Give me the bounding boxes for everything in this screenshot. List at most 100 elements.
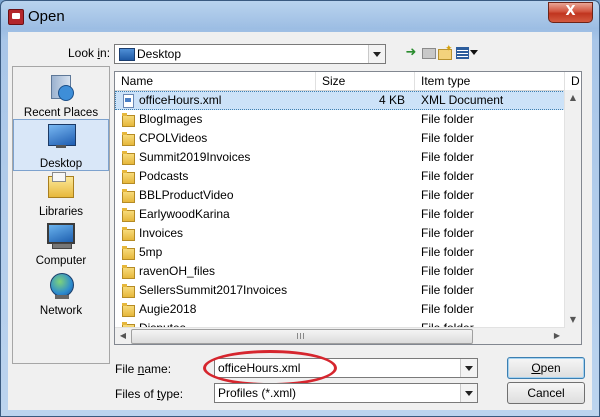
cell-type: File folder	[421, 207, 474, 221]
table-row[interactable]: BBLProductVideoFile folder1	[115, 186, 572, 205]
computer-icon	[46, 221, 76, 249]
cell-name: SellersSummit2017Invoices	[139, 283, 288, 297]
look-in-dropdown[interactable]: Desktop	[114, 44, 386, 64]
vertical-scrollbar[interactable]: ▲ ▼	[564, 90, 581, 328]
table-row[interactable]: EarlywoodKarinaFile folder1	[115, 205, 572, 224]
place-desktop[interactable]: Desktop	[13, 119, 109, 171]
scroll-up-icon[interactable]: ▲	[565, 90, 581, 106]
open-dialog: Open X Look in: Desktop ➜ Recent Places …	[0, 0, 600, 417]
cell-type: File folder	[421, 245, 474, 259]
cell-name: Summit2019Invoices	[139, 150, 251, 164]
place-network[interactable]: Network	[13, 269, 109, 317]
table-row[interactable]: InvoicesFile folder1	[115, 224, 572, 243]
place-label: Recent Places	[23, 107, 99, 119]
network-icon	[46, 271, 76, 299]
libraries-icon	[46, 172, 76, 200]
file-type-value: Profiles (*.xml)	[218, 386, 297, 400]
folder-icon	[122, 284, 135, 298]
places-bar: Recent Places Desktop Libraries Computer…	[12, 66, 110, 364]
cell-size: 4 KB	[378, 93, 405, 107]
column-type-header[interactable]: Item type	[415, 72, 565, 90]
look-in-value: Desktop	[137, 47, 182, 61]
cell-type: File folder	[421, 226, 474, 240]
cell-name: Podcasts	[139, 169, 189, 183]
cell-type: File folder	[421, 150, 474, 164]
place-label: Desktop	[39, 158, 83, 170]
chevron-down-icon[interactable]	[460, 359, 477, 377]
folder-icon	[122, 189, 135, 203]
file-name-field[interactable]: officeHours.xml	[214, 358, 478, 378]
table-row[interactable]: SellersSummit2017InvoicesFile folder1	[115, 281, 572, 300]
cell-name: EarlywoodKarina	[139, 207, 230, 221]
title-bar[interactable]: Open X	[1, 1, 599, 33]
dialog-body: Look in: Desktop ➜ Recent Places Desktop	[8, 32, 592, 410]
column-date-header[interactable]: D	[565, 72, 581, 90]
column-size-header[interactable]: Size	[316, 72, 415, 90]
close-button[interactable]: X	[548, 2, 593, 23]
place-libraries[interactable]: Libraries	[13, 170, 109, 218]
table-row[interactable]: Augie2018File folder1	[115, 300, 572, 319]
file-name-value[interactable]: officeHours.xml	[218, 361, 300, 375]
desktop-small-icon	[119, 48, 135, 61]
file-rows: officeHours.xml4 KBXML Document1BlogImag…	[115, 91, 572, 338]
folder-icon	[122, 265, 135, 279]
place-computer[interactable]: Computer	[13, 219, 109, 267]
place-label: Computer	[35, 255, 87, 267]
table-row[interactable]: ravenOH_filesFile folder1	[115, 262, 572, 281]
app-icon	[8, 9, 24, 25]
recent-places-icon	[46, 73, 76, 101]
table-row[interactable]: CPOLVideosFile folder1	[115, 129, 572, 148]
folder-icon	[122, 170, 135, 184]
chevron-down-icon[interactable]	[368, 45, 385, 63]
cancel-button[interactable]: Cancel	[507, 382, 585, 404]
place-recent-places[interactable]: Recent Places	[13, 71, 109, 119]
cell-name: ravenOH_files	[139, 264, 216, 278]
table-row[interactable]: PodcastsFile folder1	[115, 167, 572, 186]
desktop-icon	[47, 122, 77, 150]
window-title: Open	[28, 8, 65, 25]
column-name-header[interactable]: Name	[115, 72, 316, 90]
place-label: Libraries	[38, 206, 84, 218]
folder-icon	[122, 303, 135, 317]
folder-icon	[122, 151, 135, 165]
scroll-left-icon[interactable]: ◀	[115, 328, 131, 344]
chevron-down-icon[interactable]	[460, 384, 477, 402]
horizontal-scrollbar[interactable]: ◀ ▶	[115, 327, 565, 344]
file-type-dropdown[interactable]: Profiles (*.xml)	[214, 383, 478, 403]
cell-type: File folder	[421, 302, 474, 316]
scroll-down-icon[interactable]: ▼	[565, 312, 581, 328]
cell-type: File folder	[421, 264, 474, 278]
cell-name: 5mp	[139, 245, 163, 259]
column-header: Name Size Item type D	[115, 72, 581, 91]
file-list[interactable]: Name Size Item type D officeHours.xml 4 K…	[114, 71, 582, 345]
back-arrow-icon[interactable]: ➜	[403, 44, 419, 60]
folder-icon	[122, 246, 135, 260]
xml-file-icon	[122, 94, 135, 108]
cell-name: officeHours.xml	[139, 93, 222, 107]
cell-type: File folder	[421, 188, 474, 202]
new-folder-icon[interactable]	[437, 40, 453, 60]
cell-name: BlogImages	[139, 112, 203, 126]
folder-icon	[122, 132, 135, 146]
table-row[interactable]: BlogImagesFile folder1	[115, 110, 572, 129]
folder-icon	[122, 208, 135, 222]
cell-type: XML Document	[421, 93, 504, 107]
cell-type: File folder	[421, 112, 474, 126]
look-in-label: Look in:	[68, 46, 111, 60]
table-row[interactable]: officeHours.xml4 KBXML Document1	[115, 91, 572, 110]
file-type-label: Files of type:	[115, 387, 184, 401]
scroll-right-icon[interactable]: ▶	[549, 328, 565, 344]
cell-type: File folder	[421, 169, 474, 183]
table-row[interactable]: Summit2019InvoicesFile folder1	[115, 148, 572, 167]
cell-type: File folder	[421, 283, 474, 297]
cell-name: CPOLVideos	[139, 131, 208, 145]
place-label: Network	[39, 305, 83, 317]
folder-icon	[122, 113, 135, 127]
cell-name: Augie2018	[139, 302, 197, 316]
scrollbar-thumb[interactable]	[131, 329, 473, 344]
cell-name: Invoices	[139, 226, 184, 240]
open-button[interactable]: Open	[507, 357, 585, 379]
views-menu-icon[interactable]	[455, 44, 479, 60]
table-row[interactable]: 5mpFile folder1	[115, 243, 572, 262]
up-folder-icon[interactable]	[420, 44, 436, 60]
